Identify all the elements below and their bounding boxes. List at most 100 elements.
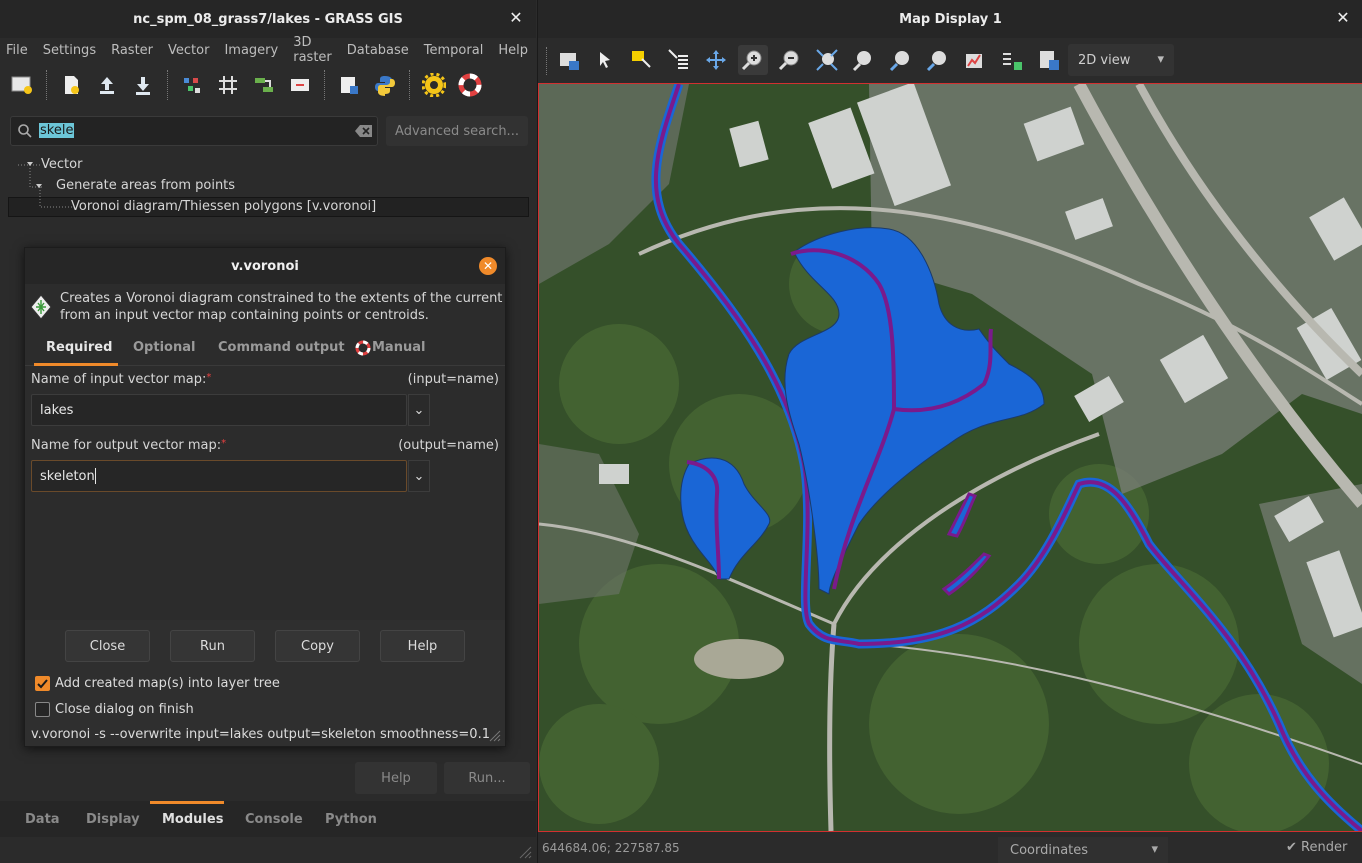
toolbar-separator <box>46 70 47 100</box>
copy-button[interactable]: Copy <box>275 630 360 662</box>
v-voronoi-dialog: v.voronoi ✕ Creates a Voronoi diagram co… <box>24 247 506 747</box>
tab-console[interactable]: Console <box>245 812 303 827</box>
help-button[interactable]: Help <box>380 630 465 662</box>
bottom-run-button[interactable]: Run... <box>444 762 530 794</box>
analyze-icon[interactable] <box>960 45 990 75</box>
launch-script-icon[interactable] <box>334 70 364 100</box>
clearing <box>694 639 784 679</box>
close-on-finish-label: Close dialog on finish <box>55 702 194 717</box>
command-preview: v.voronoi -s --overwrite input=lakes out… <box>31 727 491 742</box>
pan-icon[interactable] <box>701 45 731 75</box>
aerial-map[interactable] <box>539 84 1362 831</box>
required-marker: * <box>221 438 227 449</box>
output-map-value: skeleton <box>40 468 95 484</box>
tab-command-output[interactable]: Command output <box>218 340 345 355</box>
toolbar-separator <box>546 47 547 75</box>
settings-gear-icon[interactable] <box>419 70 449 100</box>
zoom-menu-icon[interactable] <box>923 45 953 75</box>
map-display-window: Map Display 1 ✕ 2D view ▾ 644684.06; 227… <box>537 0 1362 863</box>
map-canvas[interactable] <box>538 83 1362 832</box>
dialog-close-icon[interactable]: ✕ <box>479 257 497 275</box>
zoom-in-icon[interactable] <box>738 45 768 75</box>
tree-item-voronoi[interactable]: Voronoi diagram/Thiessen polygons [v.vor… <box>71 199 376 214</box>
query-icon[interactable] <box>627 45 657 75</box>
georectifier-icon[interactable] <box>177 70 207 100</box>
clear-search-icon[interactable] <box>355 124 373 142</box>
zoom-extent-icon[interactable] <box>812 45 842 75</box>
output-map-label: Name for output vector map:* <box>31 438 226 453</box>
map-composer-icon[interactable] <box>285 70 315 100</box>
active-tab-indicator <box>34 363 118 366</box>
run-button[interactable]: Run <box>170 630 255 662</box>
chevron-down-icon: ▾ <box>1157 52 1164 67</box>
close-on-finish-checkbox[interactable] <box>35 702 50 717</box>
python-icon[interactable] <box>370 70 400 100</box>
map-elements-icon[interactable] <box>997 45 1027 75</box>
menu-help[interactable]: Help <box>498 43 528 58</box>
input-map-field[interactable]: lakes <box>31 394 407 426</box>
menu-3d-raster[interactable]: 3D raster <box>293 35 332 65</box>
module-search-field[interactable]: skele <box>10 116 378 146</box>
text-cursor <box>94 468 96 484</box>
menu-temporal[interactable]: Temporal <box>424 43 484 58</box>
render-checkbox[interactable]: ✔ Render <box>1286 840 1347 855</box>
open-workspace-icon[interactable] <box>92 70 122 100</box>
menu-imagery[interactable]: Imagery <box>224 43 278 58</box>
menu-settings[interactable]: Settings <box>43 43 96 58</box>
tab-optional[interactable]: Optional <box>133 340 195 355</box>
tab-python[interactable]: Python <box>325 812 377 827</box>
description-line-1: Creates a Voronoi diagram constrained to… <box>60 291 504 306</box>
view-mode-select[interactable]: 2D view ▾ <box>1068 44 1174 76</box>
render-label: Render <box>1301 840 1348 855</box>
map-titlebar: Map Display 1 ✕ <box>538 0 1362 38</box>
dialog-tabs: Required Optional Command output Manual <box>25 332 505 366</box>
menu-raster[interactable]: Raster <box>111 43 153 58</box>
save-map-icon[interactable] <box>1034 45 1064 75</box>
zoom-back-icon[interactable] <box>886 45 916 75</box>
output-map-field[interactable]: skeleton <box>31 460 407 492</box>
advanced-search-button[interactable]: Advanced search... <box>386 116 528 146</box>
new-display-icon[interactable] <box>7 70 37 100</box>
map-close-icon[interactable]: ✕ <box>1335 10 1351 26</box>
dialog-titlebar: v.voronoi ✕ <box>25 248 505 284</box>
pointer-icon[interactable] <box>590 45 620 75</box>
menu-vector[interactable]: Vector <box>168 43 209 58</box>
help-lifebuoy-icon[interactable] <box>455 70 485 100</box>
add-to-layer-tree-label: Add created map(s) into layer tree <box>55 676 280 691</box>
statusbar-mode-value: Coordinates <box>1010 842 1089 858</box>
search-icon <box>17 123 33 143</box>
output-map-dropdown[interactable]: ⌄ <box>408 460 430 492</box>
input-map-label-text: Name of input vector map: <box>31 372 207 387</box>
zoom-region-icon[interactable] <box>849 45 879 75</box>
zoom-out-icon[interactable] <box>775 45 805 75</box>
modeler-icon[interactable] <box>249 70 279 100</box>
statusbar-mode-select[interactable]: Coordinates ▾ <box>998 837 1168 863</box>
render-map-icon[interactable] <box>554 45 584 75</box>
tab-modules[interactable]: Modules <box>162 812 223 827</box>
query-table-icon[interactable] <box>664 45 694 75</box>
module-icon <box>29 294 53 324</box>
bottom-help-button[interactable]: Help <box>355 762 437 794</box>
search-input[interactable]: skele <box>39 123 75 138</box>
add-to-layer-tree-checkbox[interactable] <box>35 676 50 691</box>
toolbar-separator <box>409 70 410 100</box>
main-window-title: nc_spm_08_grass7/lakes - GRASS GIS <box>133 11 403 27</box>
input-map-dropdown[interactable]: ⌄ <box>408 394 430 426</box>
coordinates-readout: 644684.06; 227587.85 <box>542 841 680 855</box>
menu-file[interactable]: File <box>6 43 28 58</box>
new-workspace-icon[interactable] <box>56 70 86 100</box>
tab-display[interactable]: Display <box>86 812 140 827</box>
window-resize-grip-icon[interactable] <box>516 843 532 863</box>
main-close-icon[interactable]: ✕ <box>508 10 524 26</box>
map-window-title: Map Display 1 <box>899 11 1002 27</box>
graphical-modeler-icon[interactable] <box>213 70 243 100</box>
menu-database[interactable]: Database <box>347 43 409 58</box>
resize-grip-icon[interactable] <box>487 728 501 746</box>
tree-item-vector[interactable]: Vector <box>41 157 82 172</box>
tab-manual[interactable]: Manual <box>372 340 425 355</box>
close-button[interactable]: Close <box>65 630 150 662</box>
tree-item-generate-areas[interactable]: Generate areas from points <box>56 178 235 193</box>
tab-data[interactable]: Data <box>25 812 60 827</box>
save-workspace-icon[interactable] <box>128 70 158 100</box>
tab-required[interactable]: Required <box>46 340 112 355</box>
